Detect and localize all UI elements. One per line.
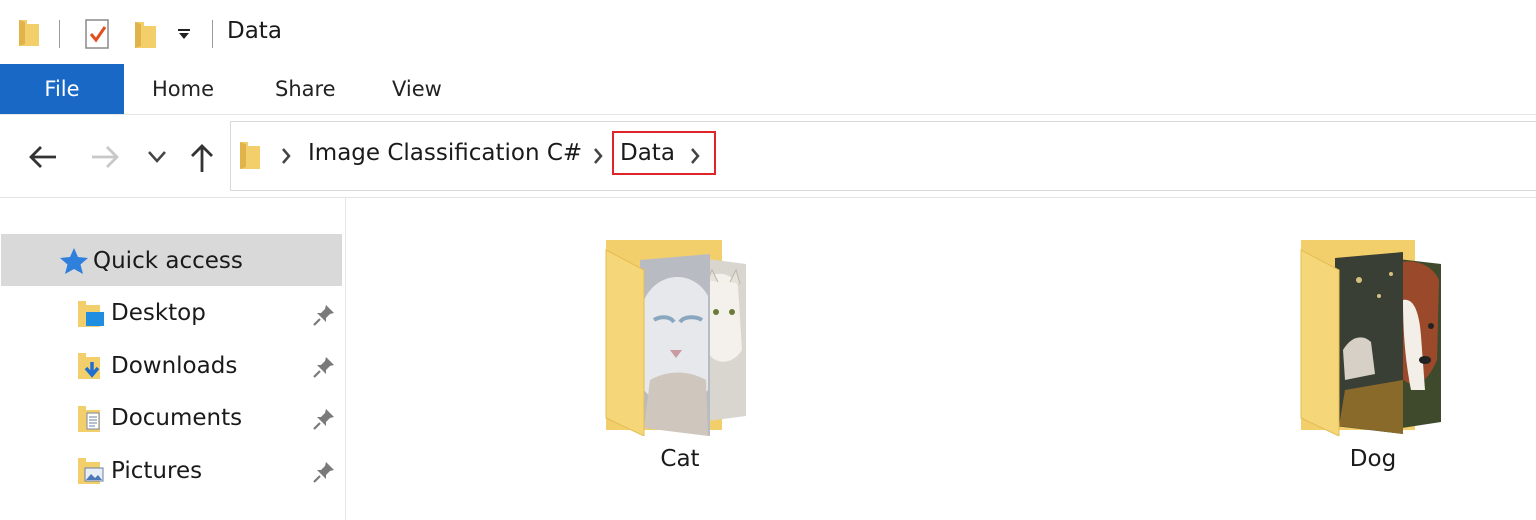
sidebar-item-downloads[interactable]: Downloads bbox=[111, 353, 237, 379]
sidebar-item-documents[interactable]: Documents bbox=[111, 405, 242, 431]
pin-icon[interactable] bbox=[313, 304, 335, 326]
pin-icon[interactable] bbox=[313, 461, 335, 483]
folder-name: Dog bbox=[1349, 446, 1397, 472]
title-bar: Data bbox=[0, 0, 1536, 64]
back-arrow-icon[interactable] bbox=[28, 144, 58, 170]
recent-locations-chevron-down-icon[interactable] bbox=[147, 150, 167, 164]
forward-arrow-icon[interactable] bbox=[90, 144, 120, 170]
folder-item-cat[interactable]: Cat bbox=[580, 230, 780, 480]
pin-icon[interactable] bbox=[313, 408, 335, 430]
toolbar-separator bbox=[59, 20, 60, 48]
toolbar-separator bbox=[212, 20, 213, 48]
sidebar-item-label: Quick access bbox=[93, 248, 243, 274]
ribbon bbox=[0, 64, 1536, 114]
breadcrumb-item-image-classification[interactable]: Image Classification C# bbox=[308, 140, 582, 166]
pin-icon[interactable] bbox=[313, 356, 335, 378]
highlight-box bbox=[612, 131, 716, 175]
sidebar-item-pictures[interactable]: Pictures bbox=[111, 458, 202, 484]
documents-folder-icon bbox=[76, 404, 106, 434]
properties-icon[interactable] bbox=[84, 18, 112, 50]
customize-toolbar-dropdown-icon[interactable] bbox=[177, 28, 191, 40]
folder-item-dog[interactable]: Dog bbox=[1273, 230, 1473, 480]
desktop-folder-icon bbox=[76, 299, 106, 329]
cat-folder-thumbnail-icon bbox=[604, 240, 754, 436]
tab-view[interactable]: View bbox=[392, 64, 442, 114]
up-arrow-icon[interactable] bbox=[189, 142, 215, 174]
downloads-folder-icon bbox=[76, 351, 106, 381]
tab-share[interactable]: Share bbox=[275, 64, 336, 114]
window-title: Data bbox=[227, 18, 282, 44]
breadcrumb-chevron-right-icon[interactable] bbox=[592, 147, 604, 165]
address-folder-icon bbox=[238, 139, 262, 171]
tab-home[interactable]: Home bbox=[152, 64, 214, 114]
tab-file[interactable]: File bbox=[0, 64, 124, 114]
dog-folder-thumbnail-icon bbox=[1299, 240, 1449, 436]
breadcrumb-chevron-right-icon[interactable] bbox=[280, 147, 292, 165]
sidebar-item-desktop[interactable]: Desktop bbox=[111, 300, 206, 326]
pictures-folder-icon bbox=[76, 456, 106, 486]
new-folder-icon[interactable] bbox=[133, 18, 159, 50]
folder-name: Cat bbox=[660, 446, 700, 472]
star-icon bbox=[59, 247, 89, 275]
folder-icon bbox=[17, 18, 41, 48]
